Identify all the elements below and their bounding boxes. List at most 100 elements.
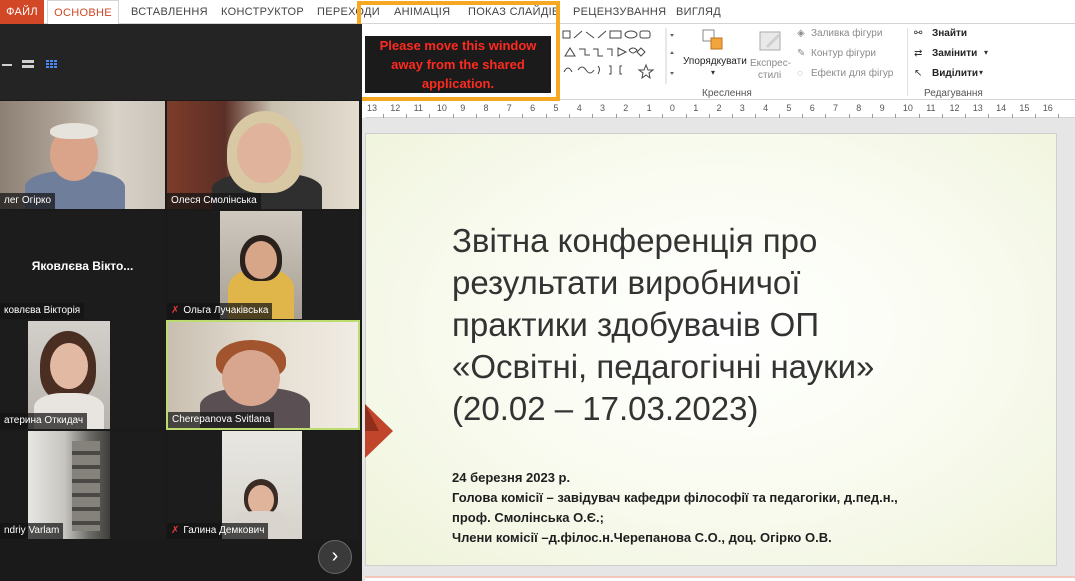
slide-subtitle-line: проф. Смолінська О.Є.;	[452, 510, 604, 525]
video-tile[interactable]: ✗ Галина Демкович	[167, 431, 359, 539]
slide-decoration-fold	[365, 404, 379, 431]
video-tile[interactable]: Олеся Смолінська	[167, 101, 359, 209]
video-tile[interactable]: атерина Откидач	[0, 321, 165, 429]
participant-face	[237, 123, 291, 183]
video-tile[interactable]: лег Огірко	[0, 101, 165, 209]
slide-subtitle-line: Члени комісії –д.філос.н.Черепанова С.О.…	[452, 530, 832, 545]
tab-home[interactable]: ОСНОВНЕ	[47, 0, 119, 25]
participant-name: ✗ Ольга Лучаківська	[167, 303, 273, 319]
ruler-number: 6	[530, 103, 536, 113]
speaker-view-icon[interactable]	[22, 60, 34, 69]
ruler-number: 2	[623, 103, 629, 113]
tab-review[interactable]: РЕЦЕНЗУВАННЯ	[573, 0, 666, 24]
ruler-number: 7	[833, 103, 839, 113]
ribbon-separator	[907, 28, 908, 96]
participant-name: Cherepanova Svitlana	[168, 412, 275, 428]
participant-name: ndriy Varlam	[0, 523, 64, 539]
binoculars-icon: ⚯	[914, 28, 923, 39]
share-warning-line: application.	[421, 76, 495, 91]
shape-outline-button[interactable]: ✎ Контур фігури	[797, 48, 903, 62]
ruler-number: 8	[483, 103, 489, 113]
horizontal-ruler: 13 12 11 10 9 8 7 6 5 4 3 2 1 0 1 2 3 4 5 6 7 8 9 10 11 12 13 14 15 1…	[365, 101, 1075, 118]
video-tile[interactable]: ✗ Ольга Лучаківська	[167, 211, 359, 319]
select-button[interactable]: ↖ Виділити ▾	[914, 68, 994, 82]
video-tile[interactable]: Яковлєва Вікто... ковлєва Вікторія	[0, 211, 165, 319]
ruler-number: 12	[949, 103, 960, 113]
ruler-number: 9	[460, 103, 466, 113]
ruler-number: 3	[600, 103, 606, 113]
participant-name: ковлєва Вікторія	[0, 303, 85, 319]
group-label-drawing: Креслення	[702, 88, 752, 99]
select-label: Виділити	[932, 68, 979, 79]
ruler-number: 7	[506, 103, 512, 113]
participant-name: Олеся Смолінська	[167, 193, 261, 209]
share-warning-line: away from the shared	[391, 57, 525, 72]
slide-subtitle-line: Голова комісії – завідувач кафедри філос…	[452, 490, 898, 505]
minimize-icon[interactable]	[2, 60, 12, 69]
slide-subtitle[interactable]: 24 березня 2023 р. Голова комісії – заві…	[452, 468, 1042, 548]
ruler-number: 6	[809, 103, 815, 113]
muted-mic-icon: ✗	[171, 305, 180, 316]
shape-outline-label: Контур фігури	[811, 48, 876, 59]
shape-effects-button[interactable]: ◌ Ефекти для фігур	[797, 68, 903, 82]
tab-insert[interactable]: ВСТАВЛЕННЯ	[131, 0, 208, 24]
group-label-editing: Редагування	[924, 88, 983, 99]
ruler-number: 13	[367, 103, 378, 113]
slide-title-line: «Освітні, педагогічні науки»	[452, 348, 875, 385]
find-button[interactable]: ⚯ Знайти	[914, 28, 984, 42]
slide-title-line: результати виробничої	[452, 264, 801, 301]
tab-design[interactable]: КОНСТРУКТОР	[221, 0, 304, 24]
slide-title-line: практики здобувачів ОП	[452, 306, 820, 343]
shape-fill-button[interactable]: ◈ Заливка фігури	[797, 28, 903, 42]
tab-file[interactable]: ФАЙЛ	[0, 0, 44, 24]
shapes-gallery[interactable]	[560, 28, 678, 84]
ruler-number: 11	[413, 103, 423, 113]
slide-title-line: (20.02 – 17.03.2023)	[452, 390, 759, 427]
ruler-number: 1	[693, 103, 699, 113]
quick-styles-icon	[759, 31, 781, 51]
effects-icon: ◌	[797, 68, 803, 79]
participant-face	[222, 350, 280, 406]
participant-center-name: Яковлєва Вікто...	[31, 259, 134, 273]
participant-face	[50, 343, 88, 389]
next-page-button[interactable]: ›	[318, 540, 352, 574]
replace-button[interactable]: ⇄ Замінити ▾	[914, 48, 994, 62]
video-tile[interactable]: ndriy Varlam	[0, 431, 165, 539]
participant-name: атерина Откидач	[0, 413, 88, 429]
shape-fill-label: Заливка фігури	[811, 28, 883, 39]
screen: ФАЙЛ ОСНОВНЕ ВСТАВЛЕННЯ КОНСТРУКТОР ПЕРЕ…	[0, 0, 1075, 581]
ruler-number: 10	[436, 103, 447, 113]
chevron-right-icon: ›	[331, 545, 339, 567]
video-tile-active-speaker[interactable]: Cherepanova Svitlana	[166, 320, 360, 430]
replace-icon: ⇄	[914, 48, 923, 59]
ruler-number: 5	[553, 103, 559, 113]
participant-name-text: Галина Демкович	[183, 525, 265, 536]
slide-title[interactable]: Звітна конференція про результати виробн…	[452, 220, 1012, 430]
replace-label: Замінити	[932, 48, 978, 59]
ruler-number: 16	[1042, 103, 1053, 113]
arrange-label: Упорядкувати	[683, 56, 747, 67]
paint-bucket-icon: ◈	[797, 28, 805, 39]
ruler-number: 11	[926, 103, 936, 113]
quick-styles-label-1: Експрес-	[750, 58, 792, 69]
tab-view[interactable]: ВИГЛЯД	[676, 0, 721, 24]
gallery-view-icon[interactable]	[46, 60, 58, 69]
ruler-number: 2	[716, 103, 722, 113]
shape-effects-label: Ефекти для фігур	[811, 68, 894, 79]
ruler-number: 4	[576, 103, 582, 113]
participant-hair	[50, 123, 98, 139]
participant-name-text: Ольга Лучаківська	[183, 305, 269, 316]
arrange-icon	[702, 29, 723, 50]
quick-styles-label-2: стилі	[758, 70, 782, 81]
editor-bottom-strip	[365, 576, 1075, 581]
arrange-button[interactable]: Упорядкувати ▾	[683, 28, 747, 84]
participant-name: ✗ Галина Демкович	[167, 523, 269, 539]
quick-styles-button[interactable]: Експрес- стилі	[748, 28, 792, 84]
pencil-icon: ✎	[797, 48, 806, 59]
ruler-number: 1	[646, 103, 652, 113]
ruler-number: 8	[856, 103, 862, 113]
find-label: Знайти	[932, 28, 968, 39]
ruler-number: 3	[739, 103, 745, 113]
ruler-number: 12	[390, 103, 401, 113]
participant-face	[245, 241, 277, 279]
